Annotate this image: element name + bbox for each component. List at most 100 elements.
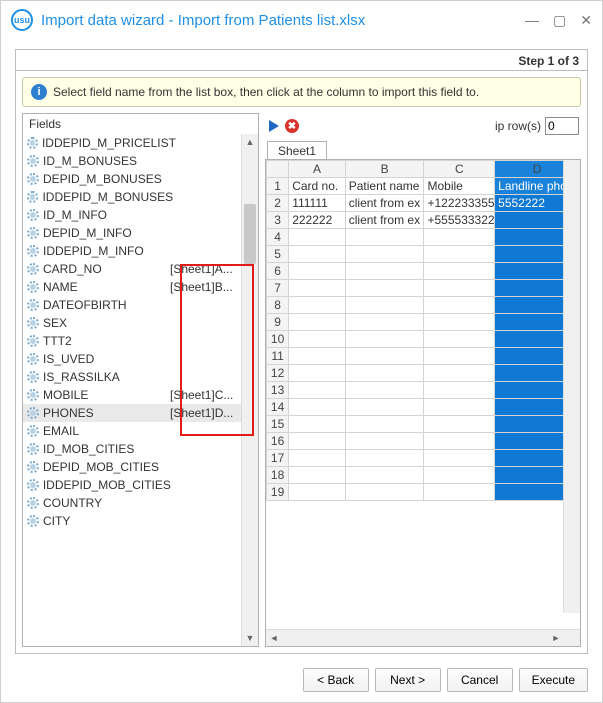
grid-cell[interactable] <box>345 280 424 297</box>
grid-cell[interactable]: client from ex <box>345 195 424 212</box>
field-row[interactable]: CITY <box>23 512 242 530</box>
field-row[interactable]: TTT2 <box>23 332 242 350</box>
grid-cell[interactable] <box>424 433 495 450</box>
grid-cell[interactable] <box>289 263 346 280</box>
grid-cell[interactable] <box>424 229 495 246</box>
hscroll-left-icon[interactable]: ◄ <box>266 633 282 643</box>
grid-cell[interactable] <box>289 382 346 399</box>
row-header[interactable]: 3 <box>267 212 289 229</box>
back-button[interactable]: < Back <box>303 668 369 692</box>
row-header[interactable]: 16 <box>267 433 289 450</box>
grid-cell[interactable] <box>345 433 424 450</box>
grid-cell[interactable] <box>289 433 346 450</box>
grid-cell[interactable] <box>289 467 346 484</box>
row-header[interactable]: 4 <box>267 229 289 246</box>
grid-cell[interactable] <box>424 484 495 501</box>
field-row[interactable]: DEPID_M_INFO <box>23 224 242 242</box>
grid-cell[interactable]: +122233355 <box>424 195 495 212</box>
field-row[interactable]: IS_UVED <box>23 350 242 368</box>
row-header[interactable]: 12 <box>267 365 289 382</box>
row-header[interactable]: 5 <box>267 246 289 263</box>
field-row[interactable]: DEPID_M_BONUSES <box>23 170 242 188</box>
grid-cell[interactable]: +555533322 <box>424 212 495 229</box>
row-header[interactable]: 18 <box>267 467 289 484</box>
row-header[interactable]: 10 <box>267 331 289 348</box>
field-row[interactable]: IDDEPID_M_PRICELIST <box>23 134 242 152</box>
grid-cell[interactable] <box>289 229 346 246</box>
grid-cell[interactable] <box>289 297 346 314</box>
field-row[interactable]: MOBILE[Sheet1]C... <box>23 386 242 404</box>
grid-cell[interactable] <box>345 416 424 433</box>
grid-cell[interactable] <box>345 263 424 280</box>
grid-cell[interactable] <box>345 348 424 365</box>
field-row[interactable]: CARD_NO[Sheet1]A... <box>23 260 242 278</box>
field-row[interactable]: ID_M_INFO <box>23 206 242 224</box>
grid-cell[interactable]: 222222 <box>289 212 346 229</box>
maximize-icon[interactable]: ▢ <box>553 13 566 27</box>
row-header[interactable]: 15 <box>267 416 289 433</box>
fields-list[interactable]: IDDEPID_M_PRICELISTID_M_BONUSESDEPID_M_B… <box>23 134 242 646</box>
grid-cell[interactable] <box>345 229 424 246</box>
field-row[interactable]: IDDEPID_MOB_CITIES <box>23 476 242 494</box>
grid-cell[interactable]: 111111 <box>289 195 346 212</box>
grid-cell[interactable] <box>424 246 495 263</box>
grid-cell[interactable] <box>424 331 495 348</box>
scroll-thumb[interactable] <box>244 204 256 264</box>
grid-cell[interactable] <box>424 348 495 365</box>
grid-cell[interactable] <box>289 246 346 263</box>
field-row[interactable]: IS_RASSILKA <box>23 368 242 386</box>
field-row[interactable]: DATEOFBIRTH <box>23 296 242 314</box>
row-header[interactable]: 19 <box>267 484 289 501</box>
grid-cell[interactable] <box>424 263 495 280</box>
skip-rows-input[interactable] <box>545 117 579 135</box>
row-header[interactable]: 7 <box>267 280 289 297</box>
grid-hscrollbar[interactable]: ◄ ► <box>266 629 580 646</box>
field-row[interactable]: IDDEPID_M_INFO <box>23 242 242 260</box>
grid-corner[interactable] <box>267 161 289 178</box>
scroll-up-icon[interactable]: ▲ <box>242 134 258 150</box>
col-header-letter[interactable]: B <box>345 161 424 178</box>
grid-cell[interactable] <box>345 382 424 399</box>
grid-cell[interactable]: client from ex <box>345 212 424 229</box>
grid-cell[interactable] <box>424 280 495 297</box>
col-header-letter[interactable]: C <box>424 161 495 178</box>
grid-cell[interactable] <box>345 331 424 348</box>
field-row[interactable]: ID_M_BONUSES <box>23 152 242 170</box>
sheet-tab[interactable]: Sheet1 <box>267 141 327 160</box>
grid-cell[interactable] <box>424 399 495 416</box>
field-row[interactable]: PHONES[Sheet1]D... <box>23 404 242 422</box>
row-header[interactable]: 9 <box>267 314 289 331</box>
grid-cell[interactable] <box>345 399 424 416</box>
grid-cell[interactable] <box>345 365 424 382</box>
row-header[interactable]: 13 <box>267 382 289 399</box>
grid-cell[interactable] <box>289 280 346 297</box>
row-header[interactable]: 14 <box>267 399 289 416</box>
grid-cell[interactable] <box>424 297 495 314</box>
scroll-down-icon[interactable]: ▼ <box>242 630 258 646</box>
close-icon[interactable]: ✕ <box>580 13 592 27</box>
grid-cell[interactable] <box>424 467 495 484</box>
grid-cell[interactable] <box>289 399 346 416</box>
row-header[interactable]: 17 <box>267 450 289 467</box>
grid-cell[interactable] <box>289 484 346 501</box>
error-icon[interactable]: ✖ <box>285 119 299 133</box>
field-row[interactable]: EMAIL <box>23 422 242 440</box>
hscroll-right-icon[interactable]: ► <box>548 633 564 643</box>
grid-cell[interactable] <box>345 484 424 501</box>
row-header[interactable]: 2 <box>267 195 289 212</box>
fields-scrollbar[interactable]: ▲ ▼ <box>241 134 258 646</box>
field-row[interactable]: IDDEPID_M_BONUSES <box>23 188 242 206</box>
field-row[interactable]: NAME[Sheet1]B... <box>23 278 242 296</box>
col-header-letter[interactable]: A <box>289 161 346 178</box>
field-row[interactable]: SEX <box>23 314 242 332</box>
grid-cell[interactable] <box>289 348 346 365</box>
execute-button[interactable]: Execute <box>519 668 588 692</box>
grid-cell[interactable] <box>289 416 346 433</box>
grid-cell[interactable] <box>345 467 424 484</box>
row-header[interactable]: 1 <box>267 178 289 195</box>
grid-cell[interactable] <box>289 314 346 331</box>
grid-vscrollbar[interactable] <box>563 160 580 613</box>
next-button[interactable]: Next > <box>375 668 441 692</box>
cancel-button[interactable]: Cancel <box>447 668 513 692</box>
grid-cell[interactable] <box>289 365 346 382</box>
